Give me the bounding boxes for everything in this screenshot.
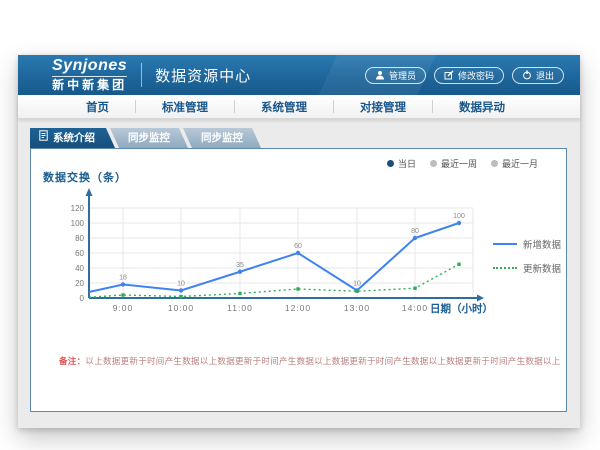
footnote-text: 以上数据更新于时间产生数据以上数据更新于时间产生数据以上数据更新于时间产生数据以…: [85, 356, 560, 366]
svg-text:35: 35: [236, 262, 244, 269]
svg-text:100: 100: [453, 213, 465, 220]
radio-dot: [430, 160, 437, 167]
header-divider: [141, 63, 142, 87]
legend-item[interactable]: 新增数据: [493, 237, 561, 251]
legend-label: 更新数据: [523, 261, 561, 275]
user-toolbar: 管理员 修改密码 退出: [365, 67, 564, 84]
change-password-label: 修改密码: [458, 69, 494, 82]
tab-strip: 系统介绍 同步监控 同步监控: [30, 128, 567, 148]
y-axis-title: 数据交换（条）: [43, 169, 127, 185]
svg-text:100: 100: [71, 219, 85, 228]
svg-text:12:00: 12:00: [285, 303, 311, 313]
svg-text:10: 10: [177, 281, 185, 288]
line-chart: 0 20 40 60 80 100 120 9:00 10:00 11:00 12:00 13:00 1…: [51, 186, 511, 318]
app-header: Synjones 新中新集团 数据资源中心 管理员 修改密码 退出: [18, 55, 580, 95]
legend-line-sample: [493, 267, 517, 269]
nav-item-data-change[interactable]: 数据异动: [433, 99, 531, 115]
content-area: 系统介绍 同步监控 同步监控 当日 最近一周: [18, 119, 580, 412]
power-icon: [522, 70, 532, 80]
main-nav: 首页 标准管理 系统管理 对接管理 数据异动: [18, 95, 580, 119]
svg-text:10:00: 10:00: [168, 303, 194, 313]
tab-sync-monitor-2[interactable]: 同步监控: [183, 128, 261, 148]
nav-item-standard-mgmt[interactable]: 标准管理: [136, 99, 234, 115]
filter-label: 最近一月: [502, 157, 538, 170]
logout-button[interactable]: 退出: [512, 67, 564, 84]
tab-label: 同步监控: [128, 128, 170, 148]
svg-text:9:00: 9:00: [113, 303, 134, 313]
page-title: 数据资源中心: [155, 65, 251, 86]
logo-text-cn: 新中新集团: [52, 76, 127, 92]
admin-user-label: 管理员: [389, 69, 416, 82]
nav-item-system-mgmt[interactable]: 系统管理: [235, 99, 333, 115]
tab-sync-monitor-1[interactable]: 同步监控: [110, 128, 188, 148]
change-password-button[interactable]: 修改密码: [434, 67, 504, 84]
svg-text:18: 18: [119, 275, 127, 282]
edit-icon: [444, 70, 454, 80]
legend-item[interactable]: 更新数据: [493, 261, 561, 275]
svg-text:60: 60: [75, 249, 84, 258]
svg-text:13:00: 13:00: [344, 303, 370, 313]
chart-panel: 当日 最近一周 最近一月 数据交换（条） 0 20 40 60 80 100 120 9:00…: [30, 148, 567, 412]
svg-text:20: 20: [75, 279, 84, 288]
svg-text:14:00: 14:00: [402, 303, 428, 313]
legend-line-sample: [493, 243, 517, 245]
tab-system-intro[interactable]: 系统介绍: [30, 128, 115, 148]
svg-text:日期（小时）: 日期（小时）: [430, 302, 493, 315]
svg-text:80: 80: [411, 228, 419, 235]
footnote-label: 备注：: [59, 356, 85, 366]
filter-today[interactable]: 当日: [387, 157, 416, 170]
filter-label: 最近一周: [441, 157, 477, 170]
filter-label: 当日: [398, 157, 416, 170]
legend-label: 新增数据: [523, 237, 561, 251]
svg-text:80: 80: [75, 234, 84, 243]
tab-label: 系统介绍: [53, 128, 95, 148]
footnote: 备注：以上数据更新于时间产生数据以上数据更新于时间产生数据以上数据更新于时间产生…: [59, 355, 560, 367]
admin-user-button[interactable]: 管理员: [365, 67, 426, 84]
tab-label: 同步监控: [201, 128, 243, 148]
company-logo: Synjones 新中新集团: [52, 58, 127, 91]
nav-item-home[interactable]: 首页: [60, 99, 135, 115]
svg-text:11:00: 11:00: [227, 303, 253, 313]
radio-dot-selected: [387, 160, 394, 167]
svg-text:40: 40: [75, 264, 84, 273]
svg-text:10: 10: [353, 281, 361, 288]
svg-text:60: 60: [294, 243, 302, 250]
logo-text-en: Synjones: [52, 58, 127, 75]
radio-dot: [491, 160, 498, 167]
svg-text:0: 0: [80, 294, 85, 303]
svg-text:120: 120: [71, 204, 85, 213]
logout-label: 退出: [536, 69, 554, 82]
user-icon: [375, 70, 385, 80]
filter-last-month[interactable]: 最近一月: [491, 157, 538, 170]
range-filter-group: 当日 最近一周 最近一月: [387, 157, 538, 170]
chart-legend: 新增数据更新数据: [493, 237, 561, 275]
document-icon: [39, 128, 48, 148]
nav-item-interface-mgmt[interactable]: 对接管理: [334, 99, 432, 115]
filter-last-week[interactable]: 最近一周: [430, 157, 477, 170]
app-window: Synjones 新中新集团 数据资源中心 管理员 修改密码 退出 首页 标准管…: [18, 55, 580, 428]
